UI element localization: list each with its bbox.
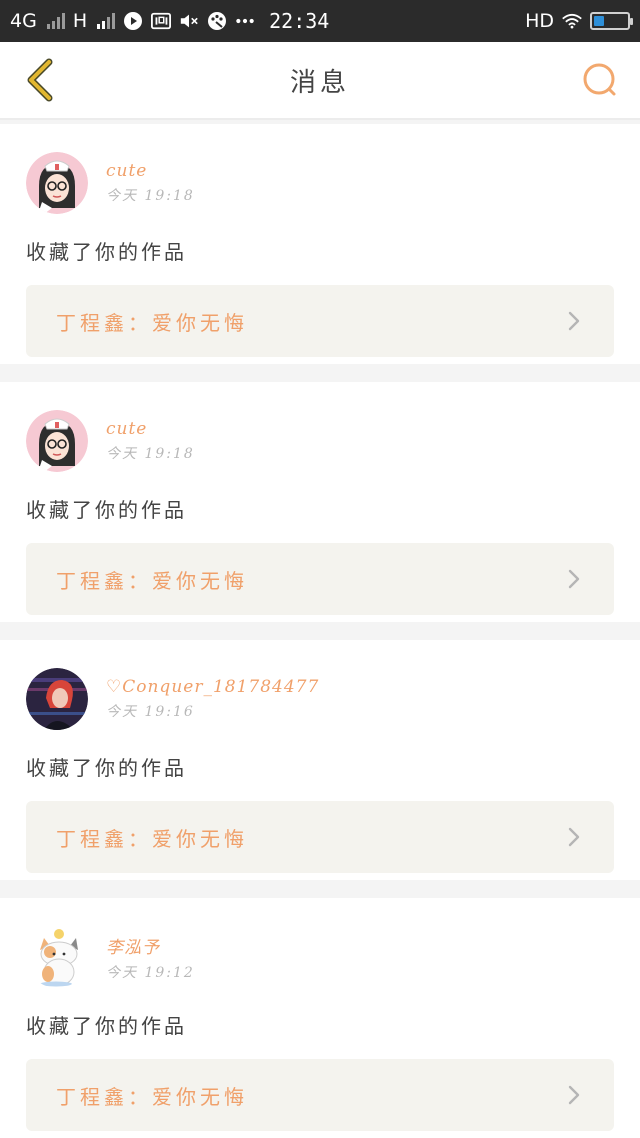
card-meta: cute 今天 19:18	[106, 161, 195, 205]
action-text: 收藏了你的作品	[26, 240, 187, 264]
signal-icon-2	[97, 13, 116, 29]
timestamp: 今天 19:12	[106, 964, 195, 981]
status-bar: 4G H 22:34 HD	[0, 0, 640, 42]
battery-fill	[594, 16, 604, 26]
wifi-icon	[562, 11, 582, 31]
work-link[interactable]: 丁程鑫：爱你无悔	[26, 543, 614, 615]
signal-icon	[46, 13, 65, 29]
card-meta: cute 今天 19:18	[106, 419, 195, 463]
card-header: 李泓予 今天 19:12	[26, 926, 614, 988]
work-title: 丁程鑫：爱你无悔	[56, 310, 248, 335]
avatar[interactable]	[26, 410, 88, 472]
username[interactable]: 李泓予	[106, 933, 195, 958]
card-header: cute 今天 19:18	[26, 152, 614, 214]
search-button[interactable]	[578, 58, 622, 102]
battery-icon	[590, 12, 633, 30]
username[interactable]: cute	[106, 161, 195, 181]
chevron-right-icon	[564, 827, 584, 847]
work-title: 丁程鑫：爱你无悔	[56, 1084, 248, 1109]
girl-glasses-avatar-icon	[26, 410, 88, 472]
search-icon	[583, 63, 616, 96]
status-left: 4G H 22:34	[10, 9, 329, 33]
notification-card: cute 今天 19:18 收藏了你的作品 丁程鑫：爱你无悔	[0, 124, 640, 364]
chevron-right-icon	[564, 1085, 584, 1105]
more-dots-icon	[235, 11, 255, 31]
paint-icon	[207, 11, 227, 31]
timestamp: 今天 19:18	[106, 188, 195, 204]
action-text: 收藏了你的作品	[26, 1014, 187, 1038]
chevron-right-icon	[564, 569, 584, 589]
status-right: HD	[525, 10, 633, 32]
network-h-label: H	[72, 10, 88, 32]
work-link[interactable]: 丁程鑫：爱你无悔	[26, 801, 614, 873]
notification-card: cute 今天 19:18 收藏了你的作品 丁程鑫：爱你无悔	[0, 382, 640, 622]
card-header: cute 今天 19:18	[26, 410, 614, 472]
action-text: 收藏了你的作品	[26, 756, 187, 780]
mute-icon	[179, 11, 199, 31]
notification-card: 李泓予 今天 19:12 收藏了你的作品 丁程鑫：爱你无悔	[0, 898, 640, 1138]
work-title: 丁程鑫：爱你无悔	[56, 568, 248, 593]
card-header: ♡Conquer_181784477 今天 19:16	[26, 668, 614, 730]
red-hair-avatar-icon	[26, 668, 88, 730]
back-button[interactable]	[18, 58, 62, 102]
network-4g-label: 4G	[10, 10, 37, 32]
notification-list: cute 今天 19:18 收藏了你的作品 丁程鑫：爱你无悔 cute 今天 1…	[0, 120, 640, 1138]
work-link[interactable]: 丁程鑫：爱你无悔	[26, 285, 614, 357]
iqiyi-icon	[151, 11, 172, 31]
chevron-right-icon	[564, 311, 584, 331]
card-meta: ♡Conquer_181784477 今天 19:16	[106, 677, 319, 721]
notification-card: ♡Conquer_181784477 今天 19:16 收藏了你的作品 丁程鑫：…	[0, 640, 640, 880]
chevron-left-icon	[27, 58, 53, 102]
timestamp: 今天 19:16	[106, 704, 195, 720]
avatar[interactable]	[26, 152, 88, 214]
work-link[interactable]: 丁程鑫：爱你无悔	[26, 1059, 614, 1131]
action-text: 收藏了你的作品	[26, 498, 187, 522]
nav-bar: 消息	[0, 42, 640, 120]
username[interactable]: cute	[106, 419, 195, 439]
hd-label: HD	[525, 10, 554, 32]
play-icon	[123, 11, 143, 31]
username[interactable]: ♡Conquer_181784477	[106, 677, 319, 697]
work-title: 丁程鑫：爱你无悔	[56, 826, 248, 851]
page-title: 消息	[289, 67, 350, 98]
cat-avatar-icon	[26, 926, 88, 988]
avatar[interactable]	[26, 926, 88, 988]
status-time: 22:34	[269, 9, 330, 33]
timestamp: 今天 19:18	[106, 446, 195, 462]
avatar[interactable]	[26, 668, 88, 730]
card-meta: 李泓予 今天 19:12	[106, 933, 195, 982]
girl-glasses-avatar-icon	[26, 152, 88, 214]
